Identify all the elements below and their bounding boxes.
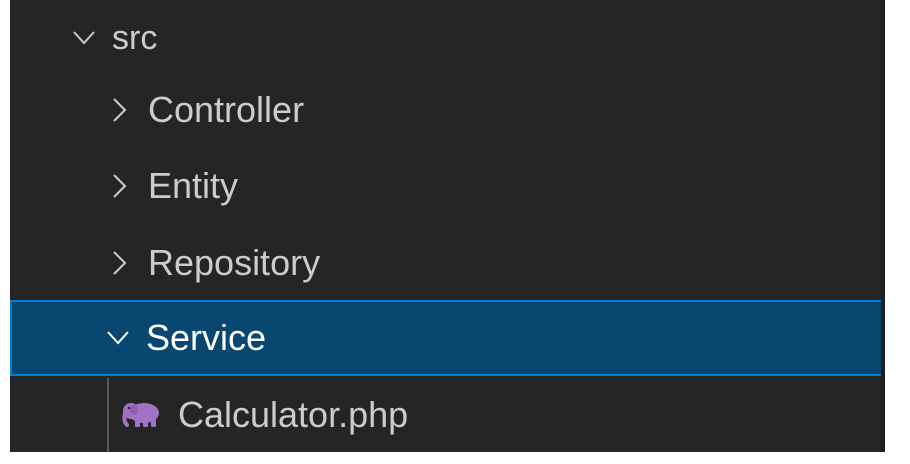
tree-item-label: Calculator.php [178, 394, 409, 435]
php-elephant-icon [120, 400, 164, 430]
chevron-down-icon[interactable] [106, 326, 130, 350]
chevron-right-icon[interactable] [108, 251, 132, 275]
scrollbar-track[interactable] [881, 0, 885, 452]
tree-item-label: Service [146, 317, 267, 358]
tree-item-label: Entity [148, 165, 239, 206]
tree-item-controller[interactable]: Controller [10, 72, 885, 148]
chevron-right-icon[interactable] [108, 98, 132, 122]
file-explorer: src Controller Entity Repository Service… [10, 0, 885, 452]
tree-item-calculator-php[interactable]: Calculator.php [10, 377, 885, 452]
chevron-down-icon[interactable] [72, 26, 96, 50]
tree-item-label: src [112, 19, 158, 57]
tree-item-entity[interactable]: Entity [10, 148, 885, 224]
tree-item-src[interactable]: src [10, 0, 885, 76]
tree-item-label: Repository [148, 242, 321, 283]
chevron-right-icon[interactable] [108, 174, 132, 198]
tree-item-label: Controller [148, 89, 305, 130]
tree-item-service[interactable]: Service [10, 300, 885, 376]
tree-item-repository[interactable]: Repository [10, 225, 885, 301]
